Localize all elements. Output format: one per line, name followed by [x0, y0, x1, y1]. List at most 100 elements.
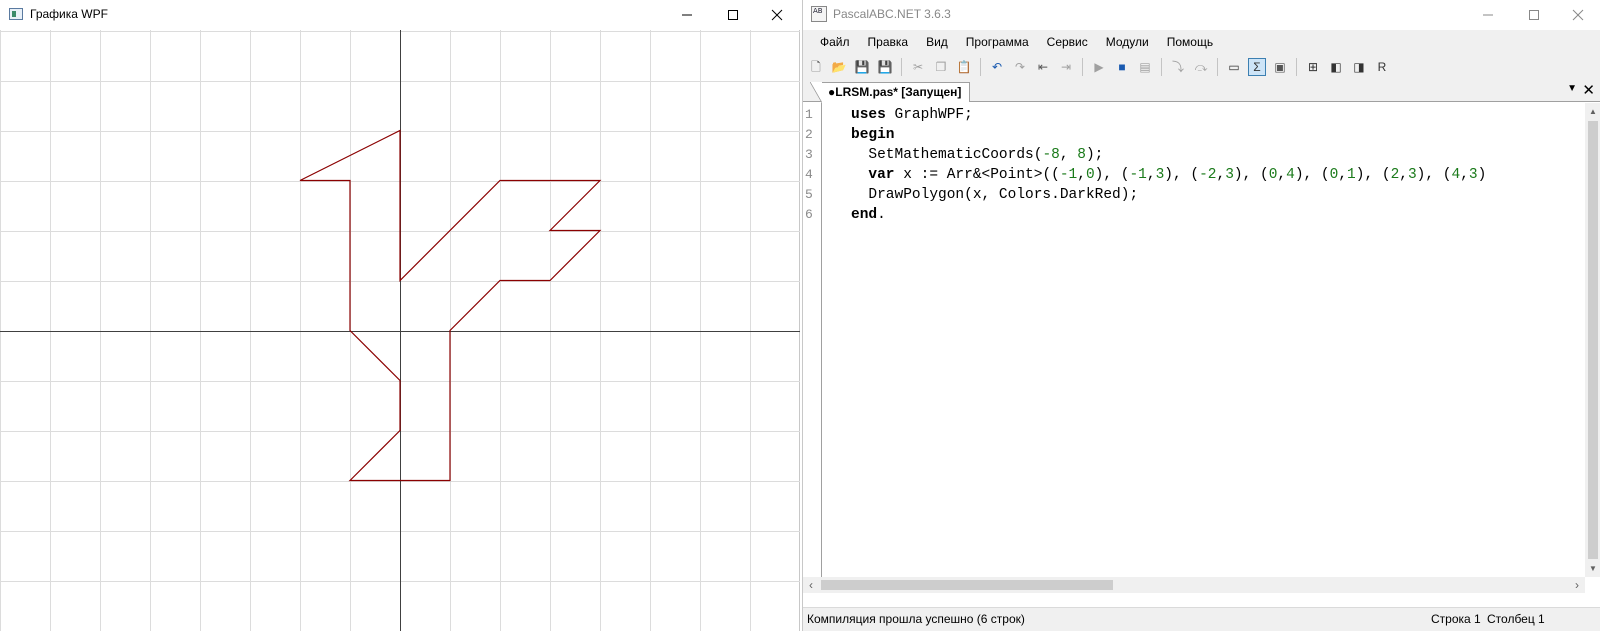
menu-item-5[interactable]: Модули: [1097, 35, 1158, 49]
save-icon[interactable]: 💾: [853, 58, 871, 76]
code-token: .: [877, 207, 886, 223]
minimize-icon: [682, 14, 692, 16]
toolbar-separator: [1217, 58, 1218, 76]
scroll-right-arrow-icon[interactable]: ›: [1569, 577, 1585, 593]
vertical-scroll-thumb[interactable]: [1588, 121, 1598, 559]
undo-icon[interactable]: ↶: [988, 58, 1006, 76]
ide-minimize-button[interactable]: [1465, 0, 1511, 30]
code-editor[interactable]: 1 uses GraphWPF; 2 begin 3 SetMathematicCoor…: [803, 103, 1600, 593]
code-token: SetMathematicCoords(: [851, 147, 1043, 163]
save-all-icon[interactable]: 💾: [876, 58, 894, 76]
graph-svg: [0, 30, 801, 631]
code-keyword: end: [851, 207, 878, 223]
code-line[interactable]: 3 SetMathematicCoords(-8, 8);: [803, 145, 1585, 165]
cut-icon[interactable]: ✂: [909, 58, 927, 76]
horizontal-scrollbar[interactable]: ‹ ›: [803, 577, 1585, 593]
module-icon[interactable]: ⊞: [1304, 58, 1322, 76]
code-token: ,: [1277, 167, 1287, 183]
minimize-button[interactable]: [664, 0, 710, 30]
line-number: 6: [805, 207, 813, 222]
wpf-titlebar[interactable]: Графика WPF: [0, 0, 800, 30]
code-line[interactable]: 2 begin: [803, 125, 1585, 145]
paste-icon[interactable]: 📋: [955, 58, 973, 76]
wpf-graph-window: Графика WPF: [0, 0, 801, 631]
ide-maximize-button[interactable]: [1511, 0, 1557, 30]
tab-lrsm-pas[interactable]: ●LRSM.pas* [Запущен]: [809, 82, 971, 103]
menu-item-2[interactable]: Вид: [917, 35, 957, 49]
code-keyword: uses: [851, 107, 886, 123]
code-token: DrawPolygon(x, Colors.DarkRed);: [851, 187, 1139, 203]
code-line[interactable]: 4 var x := Arr&<Point>((-1,0), (-1,3), (…: [803, 165, 1585, 185]
close-button[interactable]: [754, 0, 800, 30]
navigate-back-icon[interactable]: ⇤: [1034, 58, 1052, 76]
menu-item-4[interactable]: Сервис: [1038, 35, 1097, 49]
code-token: ,: [1216, 167, 1226, 183]
code-number: -1: [1129, 167, 1147, 183]
code-text: var x := Arr&<Point>((-1,0), (-1,3), (-2…: [851, 165, 1486, 185]
menu-item-6[interactable]: Помощь: [1158, 35, 1222, 49]
compile-icon[interactable]: ▤: [1136, 58, 1154, 76]
code-number: 8: [1077, 147, 1086, 163]
scroll-left-arrow-icon[interactable]: ‹: [803, 577, 819, 593]
code-line[interactable]: 6 end.: [803, 205, 1585, 225]
maximize-icon: [728, 10, 738, 20]
form-run-icon[interactable]: ◨: [1350, 58, 1368, 76]
run-icon[interactable]: ▶: [1090, 58, 1108, 76]
code-text: uses GraphWPF;: [851, 105, 973, 125]
reference-icon[interactable]: R: [1373, 58, 1391, 76]
wpf-window-title: Графика WPF: [30, 7, 108, 21]
maximize-icon: [1529, 10, 1539, 20]
code-number: 3: [1407, 167, 1417, 183]
maximize-button[interactable]: [710, 0, 756, 30]
toolbar-separator: [1082, 58, 1083, 76]
menu-item-1[interactable]: Правка: [859, 35, 918, 49]
code-number: 0: [1085, 167, 1095, 183]
cursor-row-indicator: Строка 1: [1431, 612, 1481, 626]
scroll-up-arrow-icon[interactable]: ▲: [1585, 103, 1600, 120]
code-text-area[interactable]: 1 uses GraphWPF; 2 begin 3 SetMathematicCoor…: [803, 105, 1585, 577]
code-token: x := Arr&<Point>((: [894, 167, 1060, 183]
horizontal-scroll-thumb[interactable]: [821, 580, 1113, 590]
form-designer-icon[interactable]: ◧: [1327, 58, 1345, 76]
code-token: ), (: [1094, 167, 1130, 183]
output-window-icon[interactable]: ▭: [1225, 58, 1243, 76]
code-token: ,: [1146, 167, 1156, 183]
code-line[interactable]: 1 uses GraphWPF;: [803, 105, 1585, 125]
menu-item-0[interactable]: Файл: [811, 35, 859, 49]
code-number: 3: [1468, 167, 1478, 183]
stop-icon[interactable]: ■: [1113, 58, 1131, 76]
cursor-column-indicator: Столбец 1: [1487, 612, 1545, 626]
code-number: -8: [1042, 147, 1060, 163]
debug-window-icon[interactable]: ▣: [1271, 58, 1289, 76]
code-token: ), (: [1416, 167, 1452, 183]
scroll-down-arrow-icon[interactable]: ▼: [1585, 560, 1600, 577]
code-token: ,: [1399, 167, 1408, 183]
code-line[interactable]: 5 DrawPolygon(x, Colors.DarkRed);: [803, 185, 1585, 205]
step-over-icon[interactable]: ⤼: [1192, 58, 1210, 76]
graph-canvas[interactable]: [0, 30, 801, 631]
ide-titlebar[interactable]: AB PascalABC.NET 3.6.3: [803, 0, 1600, 30]
menu-item-3[interactable]: Программа: [957, 35, 1038, 49]
pascalabc-app-icon: AB: [811, 6, 827, 22]
tab-list-dropdown-icon[interactable]: ▼: [1567, 83, 1577, 94]
status-bar: Компиляция прошла успешно (6 строк) Стро…: [803, 607, 1600, 631]
minimize-icon: [1483, 14, 1493, 16]
compile-status-message: Компиляция прошла успешно (6 строк): [807, 612, 1025, 626]
open-folder-icon[interactable]: 📂: [830, 58, 848, 76]
code-token: ), (: [1233, 167, 1269, 183]
toolbar-separator: [901, 58, 902, 76]
copy-icon[interactable]: ❐: [932, 58, 950, 76]
line-number: 1: [805, 107, 813, 122]
wpf-app-icon: [9, 8, 23, 20]
document-tab-strip: ●LRSM.pas* [Запущен] ▼ ✕: [803, 80, 1600, 103]
tab-close-icon[interactable]: ✕: [1582, 81, 1595, 99]
new-file-icon[interactable]: 🗋: [807, 58, 825, 76]
format-code-icon[interactable]: Σ: [1248, 58, 1266, 76]
step-into-icon[interactable]: ⤵: [1169, 58, 1187, 76]
redo-icon[interactable]: ↷: [1011, 58, 1029, 76]
ide-close-button[interactable]: [1555, 0, 1600, 30]
code-token: ), (: [1164, 167, 1200, 183]
navigate-forward-icon[interactable]: ⇥: [1057, 58, 1075, 76]
code-token: ,: [1059, 147, 1078, 163]
vertical-scrollbar[interactable]: ▲ ▼: [1585, 103, 1600, 577]
